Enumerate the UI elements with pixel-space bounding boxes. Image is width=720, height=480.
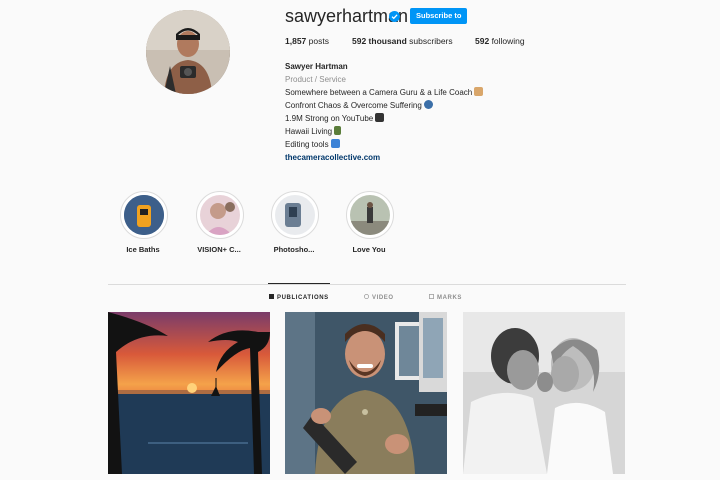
bio-line-text: 1.9M Strong on YouTube — [285, 114, 374, 123]
highlight-ice-baths[interactable] — [120, 191, 168, 239]
bio-category: Product / Service — [285, 75, 346, 84]
post-couple[interactable] — [463, 312, 625, 474]
bio-line: Somewhere between a Camera Guru & a Life… — [285, 86, 484, 99]
highlight-cover — [200, 195, 240, 235]
highlight-cover — [124, 195, 164, 235]
clapper-emoji-icon — [375, 113, 385, 122]
post-man-with-camera[interactable] — [285, 312, 447, 474]
following-count: 592 — [475, 36, 490, 46]
highlight-label: Photosho... — [273, 245, 315, 254]
subscribers-label: subscribers — [409, 36, 453, 46]
bio-link[interactable]: thecameracollective.com — [285, 151, 380, 164]
verified-badge-icon — [389, 11, 400, 22]
globe-emoji-icon — [423, 100, 433, 109]
man-with-camera-photo-icon — [285, 312, 447, 474]
hang-loose-emoji-icon — [474, 87, 484, 96]
couple-photo-icon — [463, 312, 625, 474]
highlight-label: Ice Baths — [126, 245, 160, 254]
tab-marks[interactable]: MARKS — [429, 294, 462, 301]
highlight-cover — [275, 195, 315, 235]
posts-label: posts — [308, 36, 329, 46]
video-icon — [364, 294, 369, 299]
tag-icon — [429, 294, 434, 299]
highlight-label: Love You — [352, 245, 386, 254]
bio-line-text: Somewhere between a Camera Guru & a Life… — [285, 88, 473, 97]
highlight-photoshop[interactable] — [271, 191, 319, 239]
highlight-vision[interactable] — [196, 191, 244, 239]
subscribe-button[interactable]: Subscribe to — [410, 8, 468, 24]
subscribers-count: 592 thousand — [352, 36, 407, 46]
tab-label: VIDEO — [372, 295, 394, 301]
sunset-photo-icon — [108, 312, 270, 474]
bio-name: Sawyer Hartman — [285, 62, 348, 71]
bio-line: Hawaii Living — [285, 125, 342, 138]
highlight-cover — [350, 195, 390, 235]
bio-line: 1.9M Strong on YouTube — [285, 112, 385, 125]
tabs-divider — [108, 284, 626, 285]
grid-icon — [269, 294, 274, 299]
posts-count: 1,857 — [285, 36, 307, 46]
posts-stat: 1,857 posts — [285, 36, 329, 46]
down-arrow-emoji-icon — [330, 139, 340, 148]
tab-publications[interactable]: PUBLICATIONS — [269, 294, 329, 301]
following-label: following — [491, 36, 525, 46]
tab-label: MARKS — [437, 295, 462, 301]
bio-line-text: Hawaii Living — [285, 127, 333, 136]
tab-video[interactable]: VIDEO — [364, 294, 394, 301]
bio-line: Confront Chaos & Overcome Suffering — [285, 99, 433, 112]
highlight-love-you[interactable] — [346, 191, 394, 239]
subscribers-stat[interactable]: 592 thousand subscribers — [352, 36, 453, 46]
bio-line-text: Confront Chaos & Overcome Suffering — [285, 101, 422, 110]
highlight-label: VISION+ C... — [197, 245, 241, 254]
post-sunset[interactable] — [108, 312, 270, 474]
profile-avatar[interactable] — [146, 10, 230, 94]
following-stat[interactable]: 592 following — [475, 36, 525, 46]
bio-line: Editing tools — [285, 138, 340, 151]
palm-tree-emoji-icon — [334, 126, 342, 135]
active-tab-indicator — [268, 283, 330, 284]
tab-label: PUBLICATIONS — [277, 295, 329, 301]
bio-line-text: Editing tools — [285, 140, 329, 149]
